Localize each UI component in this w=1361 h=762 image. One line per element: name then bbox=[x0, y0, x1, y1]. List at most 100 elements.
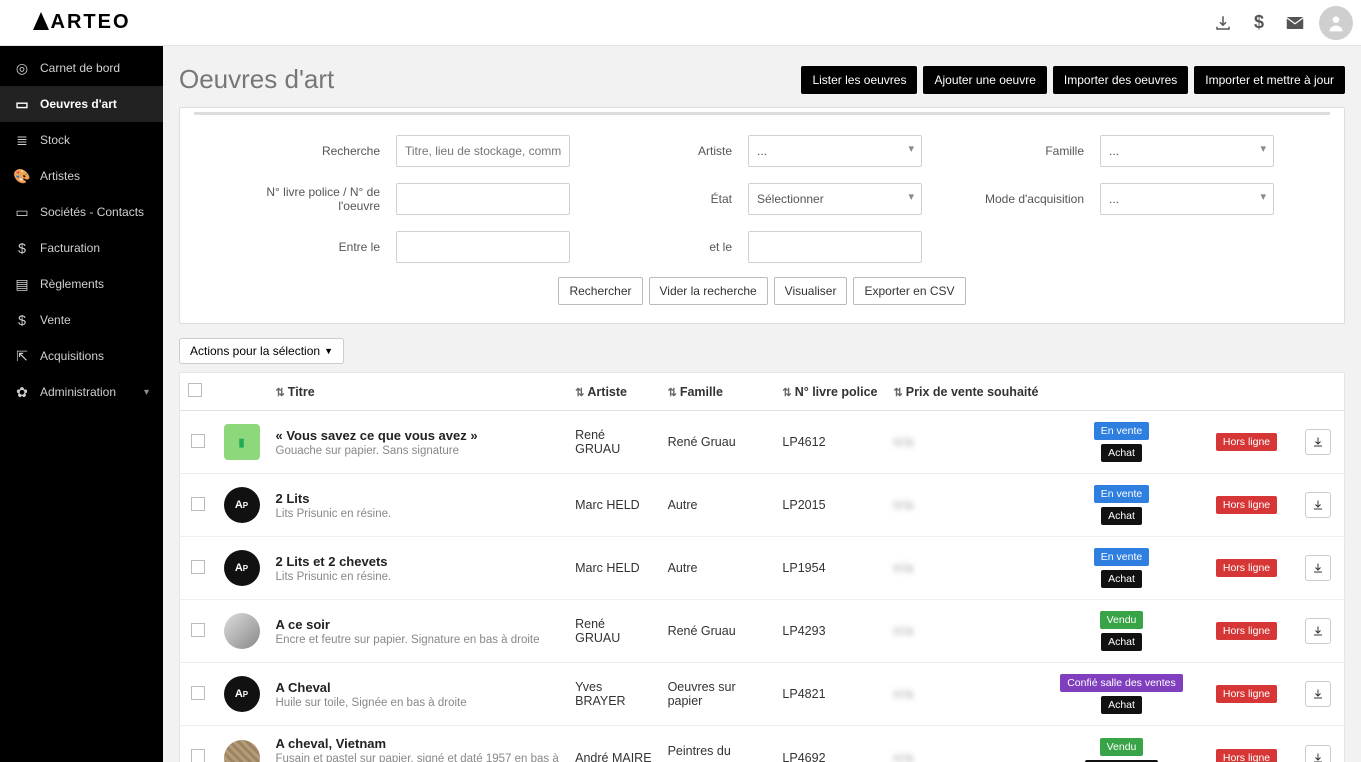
chevron-down-icon: ▾ bbox=[144, 387, 149, 398]
mode-select[interactable]: ... bbox=[1100, 183, 1274, 215]
download-button[interactable] bbox=[1305, 681, 1331, 707]
download-tray-icon[interactable] bbox=[1205, 5, 1241, 41]
status-badge: Achat bbox=[1101, 570, 1142, 588]
numero-input[interactable] bbox=[396, 183, 570, 215]
artwork-thumb bbox=[224, 740, 260, 762]
dollar-icon[interactable]: $ bbox=[1241, 5, 1277, 41]
offline-badge[interactable]: Hors ligne bbox=[1216, 685, 1277, 703]
offline-badge[interactable]: Hors ligne bbox=[1216, 433, 1277, 451]
row-checkbox[interactable] bbox=[191, 434, 205, 448]
row-num: LP1954 bbox=[774, 537, 885, 600]
sidebar-item-2[interactable]: ≣ Stock bbox=[0, 122, 163, 158]
app-logo: ARTEO bbox=[0, 0, 163, 46]
col-prix[interactable]: Prix de vente souhaité bbox=[886, 373, 1047, 411]
offline-badge[interactable]: Hors ligne bbox=[1216, 622, 1277, 640]
row-num: LP2015 bbox=[774, 474, 885, 537]
sidebar-item-8[interactable]: ⇱ Acquisitions bbox=[0, 338, 163, 374]
row-checkbox[interactable] bbox=[191, 686, 205, 700]
row-checkbox[interactable] bbox=[191, 497, 205, 511]
row-num: LP4293 bbox=[774, 600, 885, 663]
sidebar-item-1[interactable]: ▭ Oeuvres d'art bbox=[0, 86, 163, 122]
page-title: Oeuvres d'art bbox=[179, 64, 334, 95]
row-price: n/a bbox=[894, 687, 914, 701]
col-titre[interactable]: Titre bbox=[268, 373, 568, 411]
date-to-input[interactable] bbox=[748, 231, 922, 263]
sidebar-item-4[interactable]: ▭ Sociétés - Contacts bbox=[0, 194, 163, 230]
row-artist: Yves BRAYER bbox=[567, 663, 659, 726]
status-badge: Achat bbox=[1101, 444, 1142, 462]
download-button[interactable] bbox=[1305, 492, 1331, 518]
row-artist: René GRUAU bbox=[567, 411, 659, 474]
row-checkbox[interactable] bbox=[191, 623, 205, 637]
artwork-thumb: ▮ bbox=[224, 424, 260, 460]
user-avatar-icon[interactable] bbox=[1319, 6, 1353, 40]
filter-action-1[interactable]: Vider la recherche bbox=[649, 277, 768, 305]
page-header: Oeuvres d'art Lister les oeuvresAjouter … bbox=[179, 64, 1345, 95]
artiste-select[interactable]: ... bbox=[748, 135, 922, 167]
table-row[interactable]: AP 2 Lits Lits Prisunic en résine. Marc … bbox=[180, 474, 1345, 537]
download-button[interactable] bbox=[1305, 555, 1331, 581]
download-button[interactable] bbox=[1305, 618, 1331, 644]
col-artiste[interactable]: Artiste bbox=[567, 373, 659, 411]
famille-select[interactable]: ... bbox=[1100, 135, 1274, 167]
table-row[interactable]: AP 2 Lits et 2 chevets Lits Prisunic en … bbox=[180, 537, 1345, 600]
mode-label: Mode d'acquisition bbox=[954, 192, 1084, 206]
offline-badge[interactable]: Hors ligne bbox=[1216, 496, 1277, 514]
filter-action-3[interactable]: Exporter en CSV bbox=[853, 277, 965, 305]
sidebar-item-0[interactable]: ◎ Carnet de bord bbox=[0, 50, 163, 86]
table-row[interactable]: A cheval, Vietnam Fusain et pastel sur p… bbox=[180, 726, 1345, 762]
nav-icon: 🎨 bbox=[14, 168, 30, 184]
sidebar-item-5[interactable]: $ Facturation bbox=[0, 230, 163, 266]
row-subtitle: Lits Prisunic en résine. bbox=[276, 508, 392, 520]
sidebar-item-3[interactable]: 🎨 Artistes bbox=[0, 158, 163, 194]
status-badge: Vendu bbox=[1100, 738, 1144, 756]
status-badge: En vente bbox=[1094, 422, 1149, 440]
search-input[interactable] bbox=[396, 135, 570, 167]
filter-panel: Recherche Artiste ... Famille ... N° liv… bbox=[179, 107, 1345, 324]
table-row[interactable]: A ce soir Encre et feutre sur papier. Si… bbox=[180, 600, 1345, 663]
mail-icon[interactable] bbox=[1277, 5, 1313, 41]
bulk-actions-button[interactable]: Actions pour la sélection ▼ bbox=[179, 338, 344, 364]
row-family: Autre bbox=[660, 537, 775, 600]
header-button-2[interactable]: Importer des oeuvres bbox=[1053, 66, 1188, 94]
row-family: René Gruau bbox=[660, 411, 775, 474]
content: Oeuvres d'art Lister les oeuvresAjouter … bbox=[163, 46, 1361, 762]
header-button-3[interactable]: Importer et mettre à jour bbox=[1194, 66, 1345, 94]
row-title: A cheval, Vietnam bbox=[276, 736, 560, 751]
row-artist: Marc HELD bbox=[567, 537, 659, 600]
nav-label: Artistes bbox=[40, 169, 80, 183]
nav-icon: $ bbox=[14, 240, 30, 256]
offline-badge[interactable]: Hors ligne bbox=[1216, 559, 1277, 577]
app-name: ARTEO bbox=[51, 11, 131, 34]
sidebar-item-7[interactable]: $ Vente bbox=[0, 302, 163, 338]
offline-badge[interactable]: Hors ligne bbox=[1216, 749, 1277, 762]
nav-label: Règlements bbox=[40, 277, 104, 291]
row-title: A ce soir bbox=[276, 617, 560, 632]
row-family: Oeuvres sur papier bbox=[660, 663, 775, 726]
row-title: 2 Lits bbox=[276, 491, 560, 506]
panel-divider bbox=[194, 112, 1330, 115]
select-all-checkbox[interactable] bbox=[188, 383, 202, 397]
recherche-label: Recherche bbox=[250, 144, 380, 158]
etat-select[interactable]: Sélectionner bbox=[748, 183, 922, 215]
table-row[interactable]: AP A Cheval Huile sur toile, Signée en b… bbox=[180, 663, 1345, 726]
date-from-input[interactable] bbox=[396, 231, 570, 263]
filter-action-2[interactable]: Visualiser bbox=[774, 277, 848, 305]
row-checkbox[interactable] bbox=[191, 749, 205, 762]
col-numero[interactable]: N° livre police bbox=[774, 373, 885, 411]
download-button[interactable] bbox=[1305, 745, 1331, 762]
filter-action-0[interactable]: Rechercher bbox=[558, 277, 642, 305]
header-button-0[interactable]: Lister les oeuvres bbox=[801, 66, 917, 94]
header-button-1[interactable]: Ajouter une oeuvre bbox=[923, 66, 1046, 94]
nav-label: Vente bbox=[40, 313, 71, 327]
entre-label: Entre le bbox=[250, 240, 380, 254]
row-checkbox[interactable] bbox=[191, 560, 205, 574]
sidebar-item-9[interactable]: ✿ Administration▾ bbox=[0, 374, 163, 410]
status-badge: Achat bbox=[1101, 633, 1142, 651]
sidebar-item-6[interactable]: ▤ Règlements bbox=[0, 266, 163, 302]
nav-icon: $ bbox=[14, 312, 30, 328]
col-famille[interactable]: Famille bbox=[660, 373, 775, 411]
download-button[interactable] bbox=[1305, 429, 1331, 455]
status-badge: En vente bbox=[1094, 548, 1149, 566]
table-row[interactable]: ▮ « Vous savez ce que vous avez » Gouach… bbox=[180, 411, 1345, 474]
